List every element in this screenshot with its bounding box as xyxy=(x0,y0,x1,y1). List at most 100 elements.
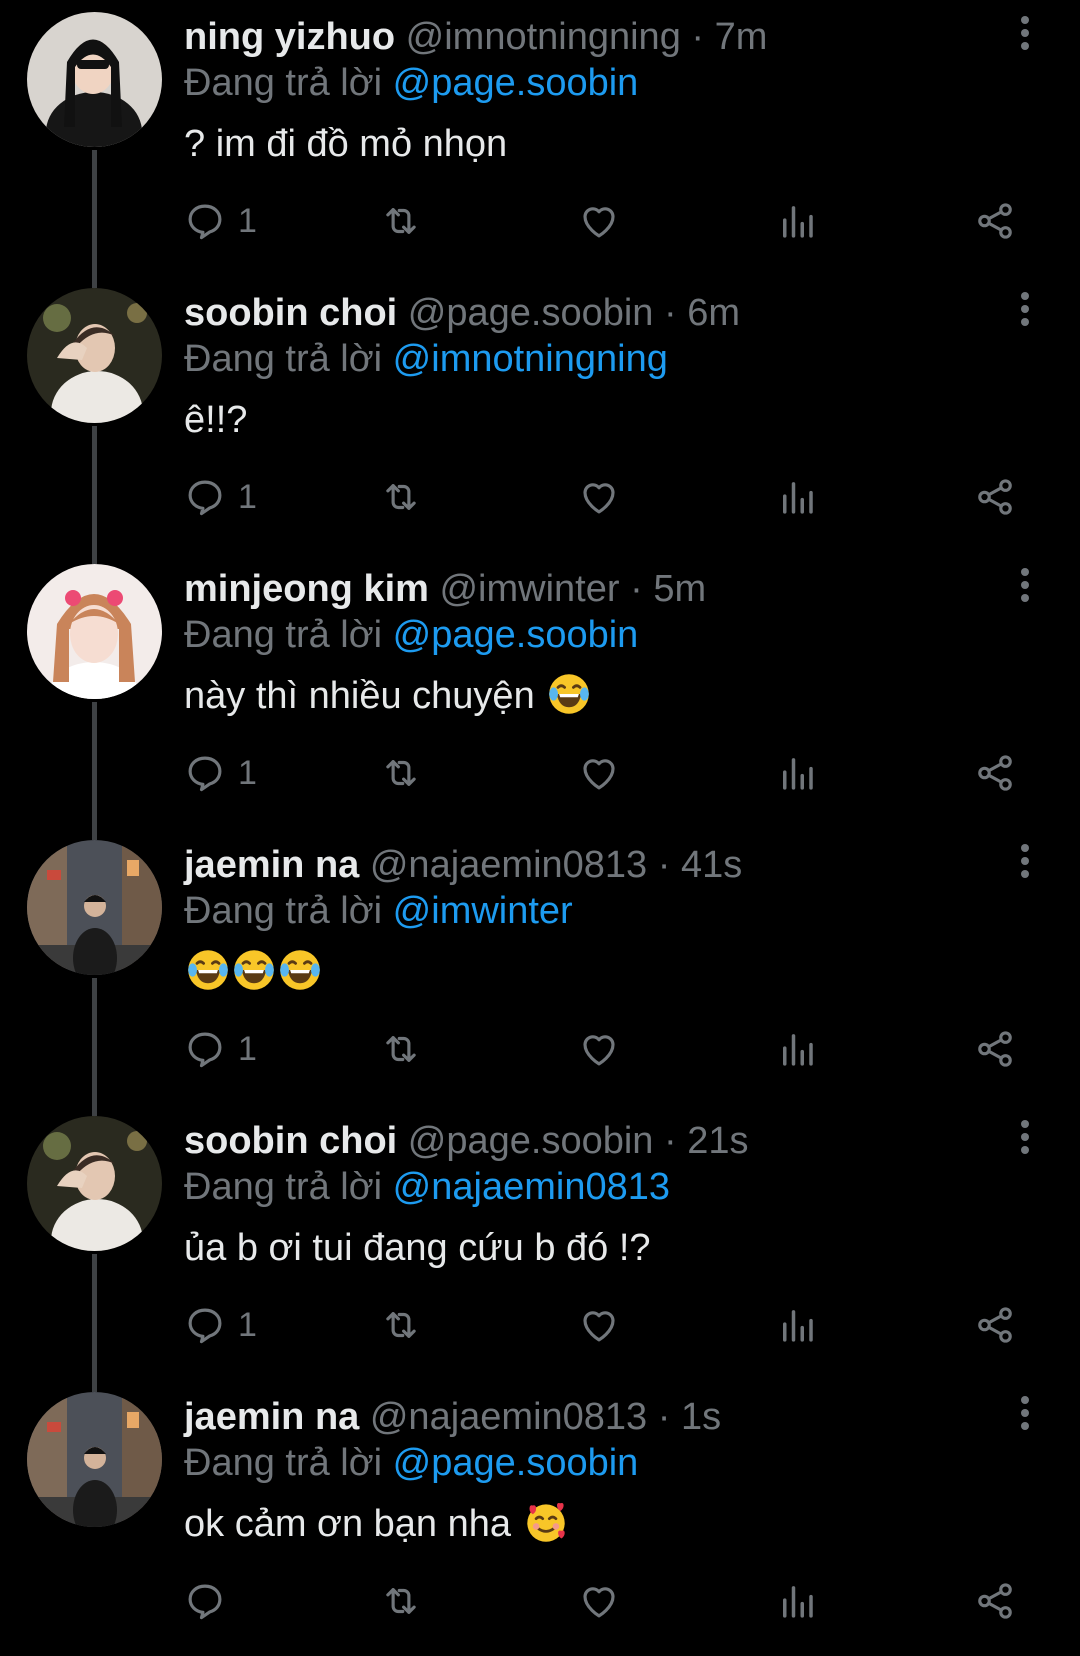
bar-chart-icon xyxy=(783,482,813,514)
share-button[interactable] xyxy=(974,196,1016,246)
timestamp[interactable]: 1s xyxy=(681,1396,721,1438)
retweet-button[interactable] xyxy=(380,196,422,246)
share-icon xyxy=(978,203,1012,239)
views-button[interactable] xyxy=(776,196,818,246)
display-name[interactable]: soobin choi xyxy=(184,292,397,334)
reply-button[interactable]: 1 xyxy=(184,748,257,798)
display-name[interactable]: minjeong kim xyxy=(184,568,429,610)
thread-connector xyxy=(92,552,97,564)
retweet-icon xyxy=(386,1036,416,1062)
mention-link[interactable]: @imwinter xyxy=(393,890,573,932)
mention-link[interactable]: @najaemin0813 xyxy=(393,1166,670,1208)
timestamp[interactable]: 41s xyxy=(681,844,742,886)
retweet-icon xyxy=(386,1588,416,1614)
mention-link[interactable]: @imnotningning xyxy=(393,338,668,380)
replying-to-label: Đang trả lời xyxy=(184,1442,383,1484)
more-options-icon[interactable] xyxy=(1010,1120,1040,1160)
share-button[interactable] xyxy=(974,1024,1016,1074)
share-icon xyxy=(978,1031,1012,1067)
reply-button[interactable]: 1 xyxy=(184,1300,257,1350)
tweet-text-content: ê!!? xyxy=(184,399,248,441)
action-bar: 1 xyxy=(184,196,1024,246)
replying-to-label: Đang trả lời xyxy=(184,62,383,104)
mention-link[interactable]: @page.soobin xyxy=(393,614,639,656)
laughing-tears-emoji xyxy=(232,948,276,992)
share-button[interactable] xyxy=(974,472,1016,522)
timestamp[interactable]: 21s xyxy=(687,1120,748,1162)
user-handle[interactable]: @page.soobin xyxy=(408,1120,654,1162)
share-button[interactable] xyxy=(974,748,1016,798)
user-handle[interactable]: @najaemin0813 xyxy=(370,1396,647,1438)
tweet[interactable]: minjeong kim @imwinter · 5m Đang trả lời… xyxy=(0,552,1080,828)
avatar[interactable] xyxy=(27,1392,162,1527)
retweet-icon xyxy=(386,760,416,786)
avatar[interactable] xyxy=(27,564,162,699)
like-button[interactable] xyxy=(578,1024,620,1074)
display-name[interactable]: jaemin na xyxy=(184,1396,359,1438)
more-options-icon[interactable] xyxy=(1010,292,1040,332)
tweet-header: ning yizhuo @imnotningning · 7m xyxy=(184,14,767,60)
views-button[interactable] xyxy=(776,472,818,522)
tweet[interactable]: soobin choi @page.soobin · 21s Đang trả … xyxy=(0,1104,1080,1380)
display-name[interactable]: soobin choi xyxy=(184,1120,397,1162)
retweet-button[interactable] xyxy=(380,1024,422,1074)
views-button[interactable] xyxy=(776,1576,818,1626)
replying-to: Đang trả lời @page.soobin xyxy=(184,612,638,658)
tweet[interactable]: jaemin na @najaemin0813 · 41s Đang trả l… xyxy=(0,828,1080,1104)
views-button[interactable] xyxy=(776,1024,818,1074)
display-name[interactable]: jaemin na xyxy=(184,844,359,886)
action-bar: 1 xyxy=(184,472,1024,522)
retweet-icon xyxy=(386,1312,416,1338)
reply-button[interactable]: 1 xyxy=(184,1024,257,1074)
heart-icon xyxy=(583,483,615,514)
user-handle[interactable]: @imwinter xyxy=(439,568,619,610)
retweet-button[interactable] xyxy=(380,472,422,522)
like-button[interactable] xyxy=(578,196,620,246)
bar-chart-icon xyxy=(783,1310,813,1342)
mention-link[interactable]: @page.soobin xyxy=(393,1442,639,1484)
avatar[interactable] xyxy=(27,288,162,423)
more-options-icon[interactable] xyxy=(1010,16,1040,56)
views-button[interactable] xyxy=(776,1300,818,1350)
like-button[interactable] xyxy=(578,748,620,798)
more-options-icon[interactable] xyxy=(1010,568,1040,608)
laughing-tears-emoji xyxy=(186,948,230,992)
tweet[interactable]: soobin choi @page.soobin · 6m Đang trả l… xyxy=(0,276,1080,552)
share-button[interactable] xyxy=(974,1300,1016,1350)
retweet-button[interactable] xyxy=(380,1576,422,1626)
thread-connector xyxy=(92,276,97,288)
share-button[interactable] xyxy=(974,1576,1016,1626)
separator: · xyxy=(619,568,654,610)
reply-button[interactable] xyxy=(184,1576,238,1626)
like-button[interactable] xyxy=(578,472,620,522)
avatar[interactable] xyxy=(27,1116,162,1251)
replying-to: Đang trả lời @page.soobin xyxy=(184,60,638,106)
user-handle[interactable]: @najaemin0813 xyxy=(370,844,647,886)
tweet[interactable]: jaemin na @najaemin0813 · 1s Đang trả lờ… xyxy=(0,1380,1080,1656)
more-options-icon[interactable] xyxy=(1010,844,1040,884)
retweet-button[interactable] xyxy=(380,1300,422,1350)
timestamp[interactable]: 7m xyxy=(715,16,768,58)
avatar[interactable] xyxy=(27,12,162,147)
reply-icon xyxy=(188,1308,222,1344)
separator: · xyxy=(647,1396,681,1438)
avatar[interactable] xyxy=(27,840,162,975)
thread-connector xyxy=(92,1380,97,1392)
more-options-icon[interactable] xyxy=(1010,1396,1040,1436)
user-handle[interactable]: @imnotningning xyxy=(406,16,681,58)
like-button[interactable] xyxy=(578,1576,620,1626)
tweet[interactable]: ning yizhuo @imnotningning · 7m Đang trả… xyxy=(0,0,1080,276)
reply-button[interactable]: 1 xyxy=(184,472,257,522)
tweet-text: ê!!? xyxy=(184,396,247,444)
timestamp[interactable]: 5m xyxy=(653,568,706,610)
replying-to-label: Đang trả lời xyxy=(184,1166,383,1208)
reply-button[interactable]: 1 xyxy=(184,196,257,246)
retweet-button[interactable] xyxy=(380,748,422,798)
like-button[interactable] xyxy=(578,1300,620,1350)
views-button[interactable] xyxy=(776,748,818,798)
user-handle[interactable]: @page.soobin xyxy=(408,292,654,334)
tweet-text: ? im đi đồ mỏ nhọn xyxy=(184,120,507,168)
mention-link[interactable]: @page.soobin xyxy=(393,62,639,104)
display-name[interactable]: ning yizhuo xyxy=(184,16,395,58)
timestamp[interactable]: 6m xyxy=(687,292,740,334)
